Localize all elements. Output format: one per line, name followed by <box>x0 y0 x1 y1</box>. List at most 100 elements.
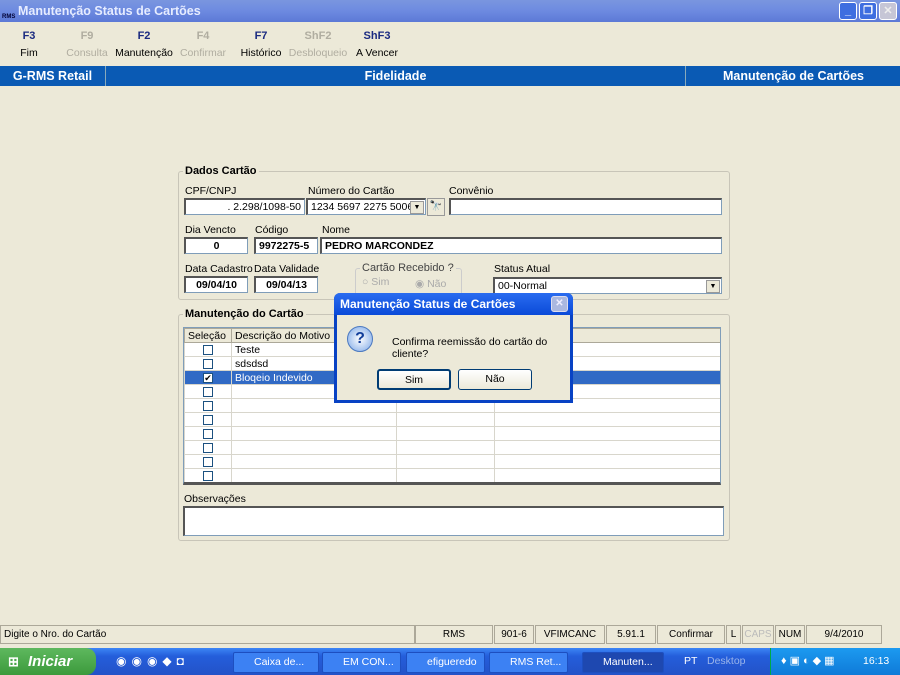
dados-cartao-legend: Dados Cartão <box>185 165 257 177</box>
cell-c3 <box>396 454 495 469</box>
header-bar: G-RMS Retail Fidelidade Manutenção de Ca… <box>0 66 900 86</box>
table-row[interactable] <box>184 454 720 469</box>
convenio-input[interactable] <box>449 198 722 215</box>
row-checkbox[interactable] <box>203 456 213 467</box>
nao-button[interactable]: Não <box>458 369 532 390</box>
header-screen: Manutenção de Cartões <box>722 69 864 83</box>
cell-selecao <box>184 426 232 441</box>
validade-input[interactable]: 09/04/13 <box>254 276 318 293</box>
table-row[interactable] <box>184 440 720 455</box>
status-bar: Digite o Nro. do Cartão RMS 901-6 VFIMCA… <box>0 625 900 645</box>
cpf-input[interactable]: . 2.298/1098-50 <box>184 198 305 215</box>
fkey-f4-confirmar[interactable]: F4 Confirmar <box>178 30 228 59</box>
fkey-f3-fim[interactable]: F3 Fim <box>14 30 44 59</box>
task-em-con[interactable]: EM CON... <box>322 652 401 673</box>
cell-selecao <box>184 356 232 371</box>
cell-selecao <box>184 440 232 455</box>
status-num: NUM <box>775 625 805 644</box>
restore-button[interactable]: ❐ <box>859 2 877 20</box>
desktop-toolbar[interactable]: Desktop <box>707 655 746 667</box>
task-efigueredo[interactable]: efigueredo <box>406 652 485 673</box>
fkey-f9-consulta[interactable]: F9 Consulta <box>62 30 112 59</box>
dialog-message: Confirma reemissão do cartão do cliente? <box>392 336 548 360</box>
fkey-f2-manutencao[interactable]: F2 Manutenção <box>114 30 174 59</box>
task-caixa[interactable]: Caixa de... <box>233 652 319 673</box>
cell-c4 <box>494 468 720 482</box>
observacoes-label: Observações <box>184 493 246 505</box>
task-rms-retail[interactable]: RMS Ret... <box>489 652 568 673</box>
recebido-legend: Cartão Recebido ? <box>362 262 454 274</box>
tray-icons[interactable]: ♦▣◐◆▦ <box>781 654 838 667</box>
cell-selecao <box>185 483 232 486</box>
cadastro-label: Data Cadastro <box>185 263 253 275</box>
dia-label: Dia Vencto <box>185 224 236 236</box>
nome-label: Nome <box>322 224 351 236</box>
close-button[interactable]: ✕ <box>879 2 897 20</box>
observacoes-input[interactable] <box>183 506 724 536</box>
cell-selecao <box>184 468 232 482</box>
cell-selecao <box>184 398 232 413</box>
cell-desc <box>231 468 397 482</box>
numero-value: 1234 5697 2275 5006 <box>311 201 414 213</box>
status-hint: Digite o Nro. do Cartão <box>0 625 415 644</box>
status-date: 9/4/2010 <box>806 625 882 644</box>
fkey-shf3-a-vencer[interactable]: ShF3 A Vencer <box>352 30 402 59</box>
language-indicator[interactable]: PT <box>684 655 697 667</box>
cell-selecao: ✔ <box>184 370 232 385</box>
dia-input[interactable]: 0 <box>184 237 248 254</box>
row-checkbox[interactable] <box>203 428 213 439</box>
row-checkbox[interactable] <box>203 344 213 355</box>
quick-launch-icons[interactable]: ◉◉◉◆◘ <box>116 654 189 668</box>
cell-c3 <box>397 483 495 486</box>
recebido-nao-radio[interactable]: ◉ Não <box>415 278 446 290</box>
numero-combo[interactable]: 1234 5697 2275 5006 ▼ <box>306 198 426 215</box>
cell-desc <box>231 454 397 469</box>
cell-selecao <box>184 384 232 399</box>
chevron-down-icon[interactable]: ▼ <box>410 201 424 214</box>
cell-selecao <box>184 342 232 357</box>
table-row[interactable] <box>185 483 722 486</box>
status-select[interactable]: 00-Normal ▼ <box>493 277 722 294</box>
sim-button[interactable]: Sim <box>377 369 451 390</box>
fkey-shf2-desbloqueio[interactable]: ShF2 Desbloqueio <box>288 30 348 59</box>
codigo-input[interactable]: 9972275-5 <box>254 237 318 254</box>
windows-logo-icon: ⊞ <box>8 654 19 669</box>
start-button[interactable]: ⊞ Iniciar <box>0 648 96 675</box>
dialog-close-button[interactable]: ✕ <box>551 296 568 312</box>
row-checkbox[interactable] <box>203 386 213 397</box>
cell-desc <box>231 426 397 441</box>
recebido-sim-radio[interactable]: ○ Sim <box>362 276 389 288</box>
status-version: 5.91.1 <box>606 625 656 644</box>
row-checkbox[interactable] <box>203 442 213 453</box>
window-title: Manutenção Status de Cartões <box>18 4 201 18</box>
col-selecao[interactable]: Seleção <box>184 328 232 343</box>
cadastro-input[interactable]: 09/04/10 <box>184 276 248 293</box>
status-label: Status Atual <box>494 263 551 275</box>
task-manutencao[interactable]: Manuten... <box>582 652 664 673</box>
status-caps: CAPS <box>742 625 774 644</box>
row-checkbox[interactable]: ✔ <box>203 372 213 383</box>
confirm-dialog: Manutenção Status de Cartões ✕ ? Confirm… <box>334 293 573 403</box>
table-row[interactable] <box>184 412 720 427</box>
row-checkbox[interactable] <box>203 358 213 369</box>
status-mode: Confirmar <box>657 625 725 644</box>
nome-input[interactable]: PEDRO MARCONDEZ <box>320 237 722 254</box>
cell-selecao <box>184 454 232 469</box>
system-tray: ♦▣◐◆▦ 16:13 <box>770 648 900 675</box>
table-row[interactable] <box>184 468 720 482</box>
search-binoculars-button[interactable]: 🔭 <box>427 198 445 216</box>
status-l: L <box>726 625 741 644</box>
row-checkbox[interactable] <box>203 400 213 411</box>
cell-selecao <box>184 412 232 427</box>
fkey-f7-historico[interactable]: F7 Histórico <box>236 30 286 59</box>
minimize-button[interactable]: _ <box>839 2 857 20</box>
table-row[interactable] <box>184 426 720 441</box>
cell-c4 <box>494 412 720 427</box>
cell-desc <box>231 440 397 455</box>
chevron-down-icon[interactable]: ▼ <box>706 280 720 293</box>
convenio-label: Convênio <box>449 185 494 197</box>
cpf-label: CPF/CNPJ <box>185 185 237 197</box>
row-checkbox[interactable] <box>203 470 213 481</box>
codigo-label: Código <box>255 224 289 236</box>
row-checkbox[interactable] <box>203 414 213 425</box>
